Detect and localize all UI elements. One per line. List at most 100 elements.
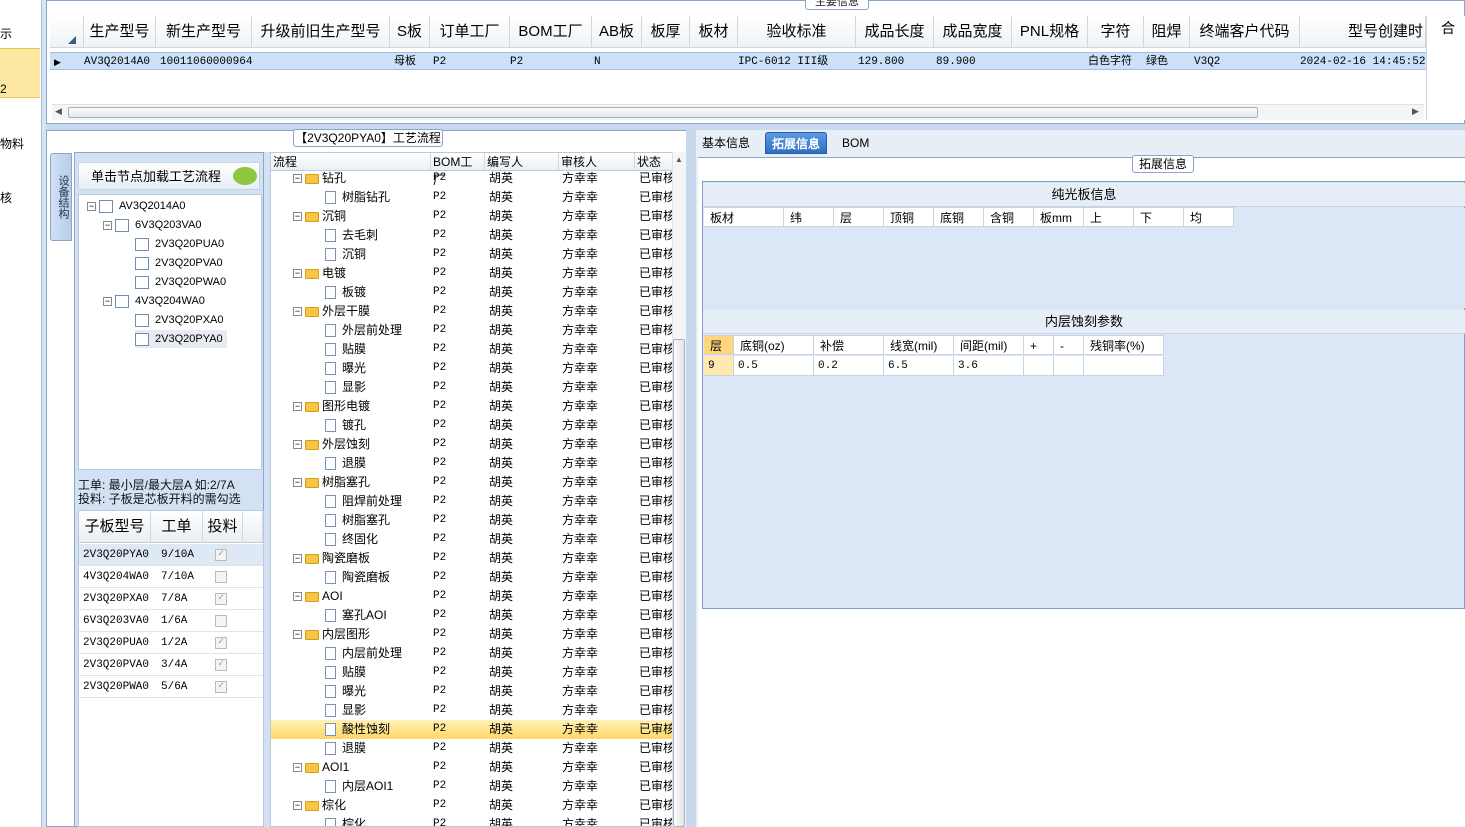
collapse-icon[interactable]: − [293, 801, 302, 811]
grid-corner[interactable] [50, 16, 84, 48]
col-header[interactable]: BOM工厂 [510, 16, 592, 48]
cell-base-copper[interactable]: 0.5 [734, 356, 814, 376]
table-row[interactable]: 6V3Q203VA0 1/6A [79, 610, 263, 632]
flow-row[interactable]: − AOI P2 胡英 方幸幸 已审核 [271, 587, 673, 606]
flow-row[interactable]: 板镀 P2 胡英 方幸幸 已审核 [271, 283, 673, 302]
collapse-icon[interactable]: − [103, 220, 112, 230]
col-header[interactable]: 字符 [1088, 16, 1144, 48]
tree-node[interactable]: 2V3Q20PVA0 [135, 254, 223, 272]
cell-character[interactable]: 白色字符 [1088, 54, 1132, 70]
flow-row[interactable]: 贴膜 P2 胡英 方幸幸 已审核 [271, 340, 673, 359]
feed-checkbox[interactable]: ✓ [215, 549, 227, 561]
tree-node[interactable]: − 6V3Q203VA0 [103, 216, 201, 234]
col-header[interactable]: 新生产型号 [156, 16, 252, 48]
flow-row[interactable]: − 外层蚀刻 P2 胡英 方幸幸 已审核 [271, 435, 673, 454]
flow-row[interactable]: − 钻孔 P2 胡英 方幸幸 已审核 [271, 169, 673, 188]
flow-row[interactable]: − 图形电镀 P2 胡英 方幸幸 已审核 [271, 397, 673, 416]
flow-row[interactable]: 曝光 P2 胡英 方幸幸 已审核 [271, 359, 673, 378]
side-tab-structure[interactable]: 设备结构 [50, 153, 72, 241]
cell-layer[interactable]: 9 [704, 356, 734, 376]
col-header[interactable]: S板 [390, 16, 430, 48]
scroll-up-icon[interactable]: ▲ [675, 155, 683, 164]
flow-row[interactable]: 树脂塞孔 P2 胡英 方幸幸 已审核 [271, 511, 673, 530]
flow-row[interactable]: − 陶瓷磨板 P2 胡英 方幸幸 已审核 [271, 549, 673, 568]
cell-length[interactable]: 129.800 [858, 54, 904, 70]
col-header[interactable]: 子板型号 [79, 511, 151, 543]
cell-customer-code[interactable]: V3Q2 [1194, 54, 1220, 70]
collapse-icon[interactable]: − [293, 478, 302, 488]
col-header[interactable]: 残铜率(%) [1084, 335, 1164, 355]
collapse-icon[interactable]: − [293, 402, 302, 412]
col-header[interactable]: 终端客户代码 [1190, 16, 1300, 48]
cell-width[interactable]: 89.900 [936, 54, 976, 70]
flow-scroll-thumb[interactable] [673, 339, 685, 827]
feed-checkbox[interactable] [215, 571, 227, 583]
collapse-icon[interactable]: − [293, 763, 302, 773]
feed-checkbox[interactable]: ✓ [215, 637, 227, 649]
col-header[interactable]: 板材 [690, 16, 738, 48]
col-header[interactable]: 补偿 [814, 335, 884, 355]
col-header[interactable]: PNL规格 [1012, 16, 1088, 48]
nav-item-1[interactable]: 示 [0, 24, 40, 44]
cell-acceptance[interactable]: IPC-6012 III级 [738, 54, 828, 70]
cell-created-time[interactable]: 2024-02-16 14:45:52 [1300, 54, 1425, 70]
col-header[interactable]: 工单 [151, 511, 203, 543]
cell-new-model[interactable]: 10011060000964 [160, 54, 252, 70]
chat-icon[interactable] [233, 167, 257, 185]
flow-row[interactable]: − 外层干膜 P2 胡英 方幸幸 已审核 [271, 302, 673, 321]
flow-row[interactable]: 终固化 P2 胡英 方幸幸 已审核 [271, 530, 673, 549]
collapse-icon[interactable]: − [87, 201, 96, 211]
cell-ab-board[interactable]: N [594, 54, 601, 70]
col-header[interactable]: 纬 [784, 207, 834, 227]
tree-node-selected[interactable]: 2V3Q20PYA0 [135, 330, 227, 348]
flow-row[interactable]: 内层AOI1 P2 胡英 方幸幸 已审核 [271, 777, 673, 796]
cell-plus[interactable] [1024, 356, 1054, 376]
col-header[interactable]: 投料 [203, 511, 243, 543]
scroll-left-icon[interactable]: ◀ [55, 106, 62, 117]
flow-row[interactable]: 镀孔 P2 胡英 方幸幸 已审核 [271, 416, 673, 435]
cell-minus[interactable] [1054, 356, 1084, 376]
collapse-icon[interactable]: − [293, 554, 302, 564]
cell-compensation[interactable]: 0.2 [814, 356, 884, 376]
flow-row[interactable]: 去毛刺 P2 胡英 方幸幸 已审核 [271, 226, 673, 245]
col-header[interactable]: 含铜 [984, 207, 1034, 227]
table-row[interactable]: 2V3Q20PYA0 9/10A ✓ [79, 544, 263, 566]
collapse-icon[interactable]: − [293, 212, 302, 222]
flow-row[interactable]: 树脂钻孔 P2 胡英 方幸幸 已审核 [271, 188, 673, 207]
tree-node[interactable]: − 4V3Q204WA0 [103, 292, 205, 310]
nav-item-4[interactable]: 核 [0, 188, 40, 208]
flow-row[interactable]: − 电镀 P2 胡英 方幸幸 已审核 [271, 264, 673, 283]
flow-row[interactable]: 棕化 P2 胡英 方幸幸 已审核 [271, 815, 673, 826]
tree-node[interactable]: 2V3Q20PUA0 [135, 235, 224, 253]
cell-order-factory[interactable]: P2 [433, 54, 446, 70]
feed-checkbox[interactable]: ✓ [215, 681, 227, 693]
col-header[interactable]: 间距(mil) [954, 335, 1024, 355]
col-header[interactable]: 上 [1084, 207, 1134, 227]
col-header[interactable]: 型号创建时 [1300, 16, 1426, 48]
col-header[interactable]: 成品长度 [856, 16, 934, 48]
col-header[interactable]: 下 [1134, 207, 1184, 227]
table-row[interactable]: 2V3Q20PVA0 3/4A ✓ [79, 654, 263, 676]
collapse-icon[interactable]: − [293, 630, 302, 640]
flow-row[interactable]: 内层前处理 P2 胡英 方幸幸 已审核 [271, 644, 673, 663]
tab-bom[interactable]: BOM [836, 132, 875, 154]
flow-row[interactable]: 沉铜 P2 胡英 方幸幸 已审核 [271, 245, 673, 264]
cell-model[interactable]: AV3Q2014A0 [84, 54, 150, 70]
feed-checkbox[interactable]: ✓ [215, 659, 227, 671]
col-header[interactable]: 生产型号 [84, 16, 156, 48]
cell-solder-mask[interactable]: 绿色 [1146, 54, 1168, 70]
nav-item-2[interactable]: 2 [0, 48, 40, 98]
col-header[interactable]: 层 [834, 207, 884, 227]
table-row[interactable]: 2V3Q20PUA0 1/2A ✓ [79, 632, 263, 654]
tab-basic-info[interactable]: 基本信息 [696, 132, 756, 154]
nav-item-3[interactable]: 物料 [0, 134, 40, 154]
cell-residual-copper[interactable] [1084, 356, 1164, 376]
tree-node[interactable]: 2V3Q20PXA0 [135, 311, 224, 329]
col-header[interactable]: AB板 [592, 16, 642, 48]
col-header[interactable]: 验收标准 [738, 16, 856, 48]
collapse-icon[interactable]: − [293, 307, 302, 317]
flow-row[interactable]: 退膜 P2 胡英 方幸幸 已审核 [271, 454, 673, 473]
col-header[interactable]: 订单工厂 [430, 16, 510, 48]
col-header[interactable]: 底铜 [934, 207, 984, 227]
flow-row[interactable]: 贴膜 P2 胡英 方幸幸 已审核 [271, 663, 673, 682]
